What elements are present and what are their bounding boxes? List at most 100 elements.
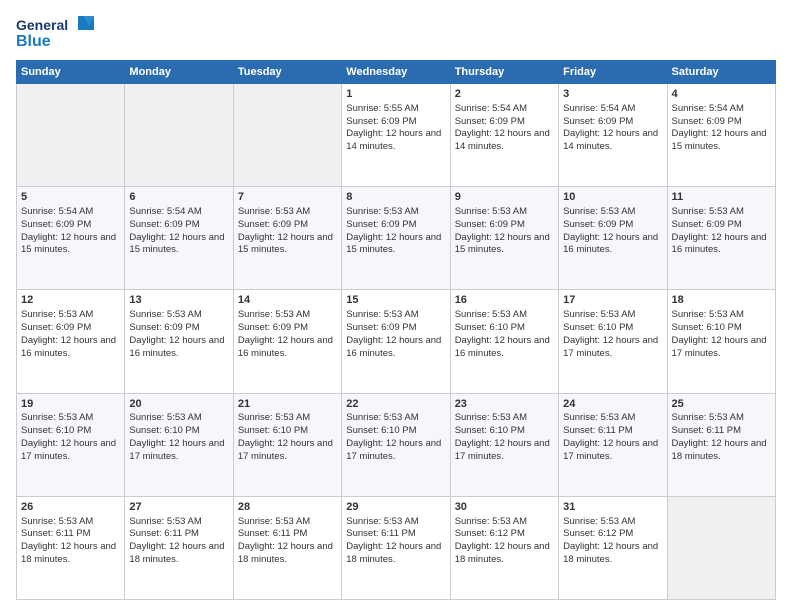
logo: General Blue [16, 12, 106, 52]
day-info: Sunrise: 5:53 AMSunset: 6:09 PMDaylight:… [346, 206, 445, 257]
day-number: 15 [346, 293, 445, 308]
day-number: 23 [455, 397, 554, 412]
calendar-day-cell: 19Sunrise: 5:53 AMSunset: 6:10 PMDayligh… [17, 393, 125, 496]
calendar-day-cell: 7Sunrise: 5:53 AMSunset: 6:09 PMDaylight… [233, 187, 341, 290]
day-info: Sunrise: 5:53 AMSunset: 6:11 PMDaylight:… [129, 516, 228, 567]
calendar-day-cell: 27Sunrise: 5:53 AMSunset: 6:11 PMDayligh… [125, 496, 233, 599]
day-number: 16 [455, 293, 554, 308]
day-number: 17 [563, 293, 662, 308]
day-number: 11 [672, 190, 771, 205]
calendar-day-cell: 15Sunrise: 5:53 AMSunset: 6:09 PMDayligh… [342, 290, 450, 393]
calendar-day-cell [125, 84, 233, 187]
calendar-day-cell: 4Sunrise: 5:54 AMSunset: 6:09 PMDaylight… [667, 84, 775, 187]
calendar-week-row: 26Sunrise: 5:53 AMSunset: 6:11 PMDayligh… [17, 496, 776, 599]
calendar-day-cell: 3Sunrise: 5:54 AMSunset: 6:09 PMDaylight… [559, 84, 667, 187]
day-number: 12 [21, 293, 120, 308]
day-info: Sunrise: 5:53 AMSunset: 6:12 PMDaylight:… [563, 516, 662, 567]
calendar-day-cell: 18Sunrise: 5:53 AMSunset: 6:10 PMDayligh… [667, 290, 775, 393]
day-number: 9 [455, 190, 554, 205]
svg-text:General: General [16, 17, 68, 33]
day-info: Sunrise: 5:53 AMSunset: 6:09 PMDaylight:… [672, 206, 771, 257]
calendar-day-cell: 8Sunrise: 5:53 AMSunset: 6:09 PMDaylight… [342, 187, 450, 290]
day-info: Sunrise: 5:53 AMSunset: 6:10 PMDaylight:… [563, 309, 662, 360]
day-number: 2 [455, 87, 554, 102]
calendar-day-cell: 25Sunrise: 5:53 AMSunset: 6:11 PMDayligh… [667, 393, 775, 496]
day-info: Sunrise: 5:54 AMSunset: 6:09 PMDaylight:… [455, 103, 554, 154]
calendar-day-cell: 13Sunrise: 5:53 AMSunset: 6:09 PMDayligh… [125, 290, 233, 393]
day-info: Sunrise: 5:54 AMSunset: 6:09 PMDaylight:… [129, 206, 228, 257]
day-number: 27 [129, 500, 228, 515]
day-info: Sunrise: 5:53 AMSunset: 6:10 PMDaylight:… [455, 309, 554, 360]
day-info: Sunrise: 5:54 AMSunset: 6:09 PMDaylight:… [672, 103, 771, 154]
calendar-day-cell [233, 84, 341, 187]
calendar-day-cell: 28Sunrise: 5:53 AMSunset: 6:11 PMDayligh… [233, 496, 341, 599]
day-info: Sunrise: 5:53 AMSunset: 6:09 PMDaylight:… [238, 206, 337, 257]
calendar-day-cell: 17Sunrise: 5:53 AMSunset: 6:10 PMDayligh… [559, 290, 667, 393]
calendar-day-cell: 24Sunrise: 5:53 AMSunset: 6:11 PMDayligh… [559, 393, 667, 496]
header: General Blue [16, 12, 776, 52]
day-info: Sunrise: 5:53 AMSunset: 6:09 PMDaylight:… [455, 206, 554, 257]
header-sunday: Sunday [17, 61, 125, 84]
calendar-table: Sunday Monday Tuesday Wednesday Thursday… [16, 60, 776, 600]
day-info: Sunrise: 5:53 AMSunset: 6:09 PMDaylight:… [346, 309, 445, 360]
calendar-week-row: 5Sunrise: 5:54 AMSunset: 6:09 PMDaylight… [17, 187, 776, 290]
svg-text:Blue: Blue [16, 33, 51, 50]
calendar-day-cell [17, 84, 125, 187]
day-info: Sunrise: 5:53 AMSunset: 6:11 PMDaylight:… [346, 516, 445, 567]
day-number: 5 [21, 190, 120, 205]
day-info: Sunrise: 5:53 AMSunset: 6:09 PMDaylight:… [21, 309, 120, 360]
day-number: 21 [238, 397, 337, 412]
calendar-day-cell: 9Sunrise: 5:53 AMSunset: 6:09 PMDaylight… [450, 187, 558, 290]
calendar-day-cell: 20Sunrise: 5:53 AMSunset: 6:10 PMDayligh… [125, 393, 233, 496]
day-number: 31 [563, 500, 662, 515]
calendar-day-cell: 12Sunrise: 5:53 AMSunset: 6:09 PMDayligh… [17, 290, 125, 393]
day-number: 14 [238, 293, 337, 308]
day-number: 6 [129, 190, 228, 205]
day-number: 7 [238, 190, 337, 205]
calendar-day-cell: 23Sunrise: 5:53 AMSunset: 6:10 PMDayligh… [450, 393, 558, 496]
calendar-day-cell: 1Sunrise: 5:55 AMSunset: 6:09 PMDaylight… [342, 84, 450, 187]
day-info: Sunrise: 5:53 AMSunset: 6:10 PMDaylight:… [238, 412, 337, 463]
day-info: Sunrise: 5:53 AMSunset: 6:11 PMDaylight:… [21, 516, 120, 567]
calendar-week-row: 1Sunrise: 5:55 AMSunset: 6:09 PMDaylight… [17, 84, 776, 187]
header-saturday: Saturday [667, 61, 775, 84]
day-info: Sunrise: 5:53 AMSunset: 6:09 PMDaylight:… [129, 309, 228, 360]
calendar-week-row: 19 Sunrise: 5:53 AMSunset: 6:10 PMDayligh… [17, 393, 776, 496]
day-info: Sunrise: 5:54 AMSunset: 6:09 PMDaylight:… [21, 206, 120, 257]
day-number: 24 [563, 397, 662, 412]
day-number: 4 [672, 87, 771, 102]
weekday-header-row: Sunday Monday Tuesday Wednesday Thursday… [17, 61, 776, 84]
calendar-day-cell: 11Sunrise: 5:53 AMSunset: 6:09 PMDayligh… [667, 187, 775, 290]
day-info: Sunrise: 5:53 AMSunset: 6:11 PMDaylight:… [672, 412, 771, 463]
day-info: Sunrise: 5:53 AMSunset: 6:12 PMDaylight:… [455, 516, 554, 567]
calendar-day-cell: 5Sunrise: 5:54 AMSunset: 6:09 PMDaylight… [17, 187, 125, 290]
day-info: Sunrise: 5:53 AMSunset: 6:10 PMDaylight:… [129, 412, 228, 463]
day-number: 1 [346, 87, 445, 102]
day-info: Sunrise: 5:53 AMSunset: 6:09 PMDaylight:… [238, 309, 337, 360]
day-info: Sunrise: 5:53 AMSunset: 6:10 PMDaylight:… [346, 412, 445, 463]
calendar-day-cell: 31Sunrise: 5:53 AMSunset: 6:12 PMDayligh… [559, 496, 667, 599]
calendar-day-cell: 6Sunrise: 5:54 AMSunset: 6:09 PMDaylight… [125, 187, 233, 290]
calendar-week-row: 12Sunrise: 5:53 AMSunset: 6:09 PMDayligh… [17, 290, 776, 393]
header-monday: Monday [125, 61, 233, 84]
calendar-day-cell: 30Sunrise: 5:53 AMSunset: 6:12 PMDayligh… [450, 496, 558, 599]
calendar-day-cell [667, 496, 775, 599]
day-info: Sunrise: 5:53 AMSunset: 6:10 PMDaylight:… [455, 412, 554, 463]
day-number: 22 [346, 397, 445, 412]
calendar-day-cell: 16Sunrise: 5:53 AMSunset: 6:10 PMDayligh… [450, 290, 558, 393]
day-number: 28 [238, 500, 337, 515]
day-number: 10 [563, 190, 662, 205]
day-number: 20 [129, 397, 228, 412]
day-info: Sunrise: 5:53 AMSunset: 6:09 PMDaylight:… [563, 206, 662, 257]
calendar-day-cell: 26Sunrise: 5:53 AMSunset: 6:11 PMDayligh… [17, 496, 125, 599]
day-number: 19 [21, 397, 120, 412]
day-number: 30 [455, 500, 554, 515]
day-number: 8 [346, 190, 445, 205]
logo-icon: General Blue [16, 12, 106, 52]
calendar-day-cell: 21Sunrise: 5:53 AMSunset: 6:10 PMDayligh… [233, 393, 341, 496]
day-number: 18 [672, 293, 771, 308]
day-info: Sunrise: 5:55 AMSunset: 6:09 PMDaylight:… [346, 103, 445, 154]
day-info: Sunrise: 5:53 AMSunset: 6:11 PMDaylight:… [563, 412, 662, 463]
calendar-day-cell: 2Sunrise: 5:54 AMSunset: 6:09 PMDaylight… [450, 84, 558, 187]
header-tuesday: Tuesday [233, 61, 341, 84]
